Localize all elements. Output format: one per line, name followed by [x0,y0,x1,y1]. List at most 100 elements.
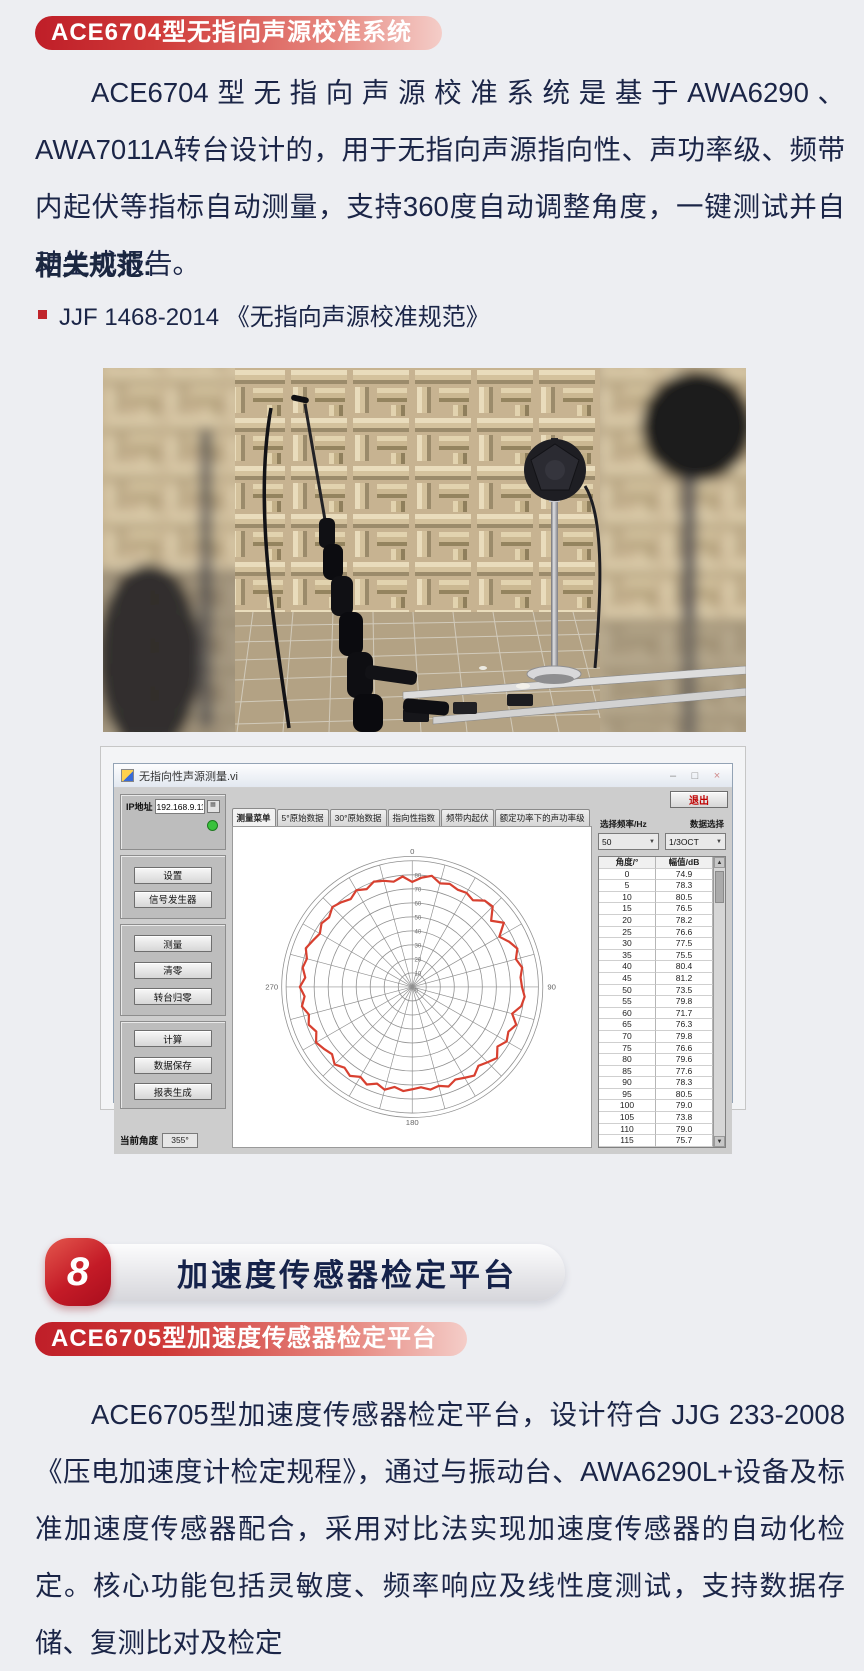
table-cell: 78.3 [656,880,713,892]
table-cell: 35 [599,950,656,962]
table-cell: 105 [599,1112,656,1124]
button-数据保存[interactable]: 数据保存 [134,1057,212,1074]
tab-6[interactable]: 额定功率下的声功率级 [495,809,590,826]
button-信号发生器[interactable]: 信号发生器 [134,891,212,908]
tab-4[interactable]: 指向性指数 [388,809,441,826]
current-angle-row: 当前角度 355° [120,1133,226,1148]
svg-text:30: 30 [414,943,421,950]
table-scrollbar[interactable]: ▲ ▼ [713,857,725,1147]
table-row: 8079.6 [599,1054,713,1066]
table-cell: 80.4 [656,961,713,973]
svg-text:50: 50 [414,915,421,922]
right-data-column: 选择频率/Hz 数据选择 50 ▼ 1/3OCT ▼ [598,818,726,1148]
table-row: 11079.0 [599,1124,713,1136]
exit-button[interactable]: 退出 [670,791,728,808]
table-row: 9580.5 [599,1089,713,1101]
tab-3[interactable]: 30°原始数据 [330,809,387,826]
svg-text:270: 270 [265,983,278,992]
table-cell: 60 [599,1008,656,1020]
table-cell: 74.9 [656,869,713,881]
chart-column: 测量菜单5°原始数据30°原始数据指向性指数频带内起伏额定功率下的声功率级 10… [232,794,592,1148]
table-cell: 79.0 [656,1124,713,1136]
close-icon[interactable]: × [706,770,728,782]
tab-1[interactable]: 测量菜单 [232,808,276,826]
photo-left-blur [103,368,245,732]
freq-dropdown[interactable]: 50 ▼ [598,833,659,850]
table-cell: 73.8 [656,1112,713,1124]
polar-chart-area: 10203040506070800090180270 [232,826,592,1148]
table-row: 7079.8 [599,1031,713,1043]
table-cell: 40 [599,961,656,973]
tab-2[interactable]: 5°原始数据 [277,809,329,826]
table-row: 6071.7 [599,1008,713,1020]
data-dropdown-value: 1/3OCT [669,837,699,847]
table-cell: 81.2 [656,973,713,985]
table-row: 7576.6 [599,1043,713,1055]
chevron-down-icon: ▼ [649,839,655,845]
button-测量[interactable]: 测量 [134,935,212,952]
table-cell: 77.6 [656,1066,713,1078]
table-header-angle: 角度/° [599,857,656,869]
data-select-label: 数据选择 [690,818,724,830]
svg-text:40: 40 [414,929,421,936]
button-转台归零[interactable]: 转台归零 [134,988,212,1005]
scroll-up-icon[interactable]: ▲ [714,857,725,868]
software-screenshot: 无指向性声源测量.vi – □ × 退出 IP地址 ▦ 设置信号发生器测量清零转… [100,746,746,1110]
table-cell: 45 [599,973,656,985]
button-报表生成[interactable]: 报表生成 [134,1083,212,1100]
table-cell: 78.3 [656,1077,713,1089]
section7-badge: ACE6704型无指向声源校准系统 [35,16,442,50]
table-row: 5579.8 [599,996,713,1008]
table-row: 10573.8 [599,1112,713,1124]
ip-browse-button[interactable]: ▦ [207,800,220,813]
anechoic-chamber-photo [103,368,746,732]
table-row: 1576.5 [599,903,713,915]
window-body: 退出 IP地址 ▦ 设置信号发生器测量清零转台归零计算数据保存报表生成 当前角度… [114,788,732,1154]
current-angle-value: 355° [162,1133,198,1148]
ip-input[interactable] [155,799,205,814]
button-清零[interactable]: 清零 [134,962,212,979]
table-cell: 80.5 [656,1089,713,1101]
minimize-icon[interactable]: – [662,770,684,782]
button-计算[interactable]: 计算 [134,1030,212,1047]
window-titlebar: 无指向性声源测量.vi – □ × [114,764,732,788]
maximize-icon[interactable]: □ [684,770,706,782]
button-group-1: 设置信号发生器 [120,855,226,919]
table-cell: 30 [599,938,656,950]
button-设置[interactable]: 设置 [134,867,212,884]
table-row: 1080.5 [599,892,713,904]
table-cell: 50 [599,985,656,997]
polar-chart: 10203040506070800090180270 [233,827,591,1147]
section8-title-pill: 加速度传感器检定平台 [77,1244,565,1301]
labview-vi-icon [121,769,134,782]
ip-address-box: IP地址 ▦ [120,794,226,850]
scroll-down-icon[interactable]: ▼ [714,1136,725,1147]
side-button-groups: 设置信号发生器测量清零转台归零计算数据保存报表生成 [120,855,226,1128]
table-cell: 115 [599,1135,656,1147]
svg-text:20: 20 [414,957,421,964]
table-row: 2078.2 [599,915,713,927]
table-row: 6576.3 [599,1019,713,1031]
table-cell: 5 [599,880,656,892]
tab-5[interactable]: 频带内起伏 [441,809,494,826]
table-cell: 76.6 [656,1043,713,1055]
table-cell: 25 [599,927,656,939]
table-cell: 79.8 [656,1031,713,1043]
scrollbar-thumb[interactable] [715,871,724,903]
table-cell: 95 [599,1089,656,1101]
table-cell: 15 [599,903,656,915]
svg-text:60: 60 [414,901,421,908]
table-cell: 79.8 [656,996,713,1008]
table-cell: 75.7 [656,1135,713,1147]
table-cell: 76.5 [656,903,713,915]
table-cell: 80 [599,1054,656,1066]
section7-paragraph: ACE6704型无指向声源校准系统是基于AWA6290、AWA7011A转台设计… [35,64,845,292]
table-cell: 76.6 [656,927,713,939]
spec-item-text: JJF 1468-2014 《无指向声源校准规范》 [59,297,490,332]
data-dropdown[interactable]: 1/3OCT ▼ [665,833,726,850]
table-cell: 110 [599,1124,656,1136]
table-header-amplitude: 幅值/dB [656,857,713,869]
specs-heading: 相关规范: [35,244,152,283]
table-cell: 79.6 [656,1054,713,1066]
table-row: 3575.5 [599,950,713,962]
